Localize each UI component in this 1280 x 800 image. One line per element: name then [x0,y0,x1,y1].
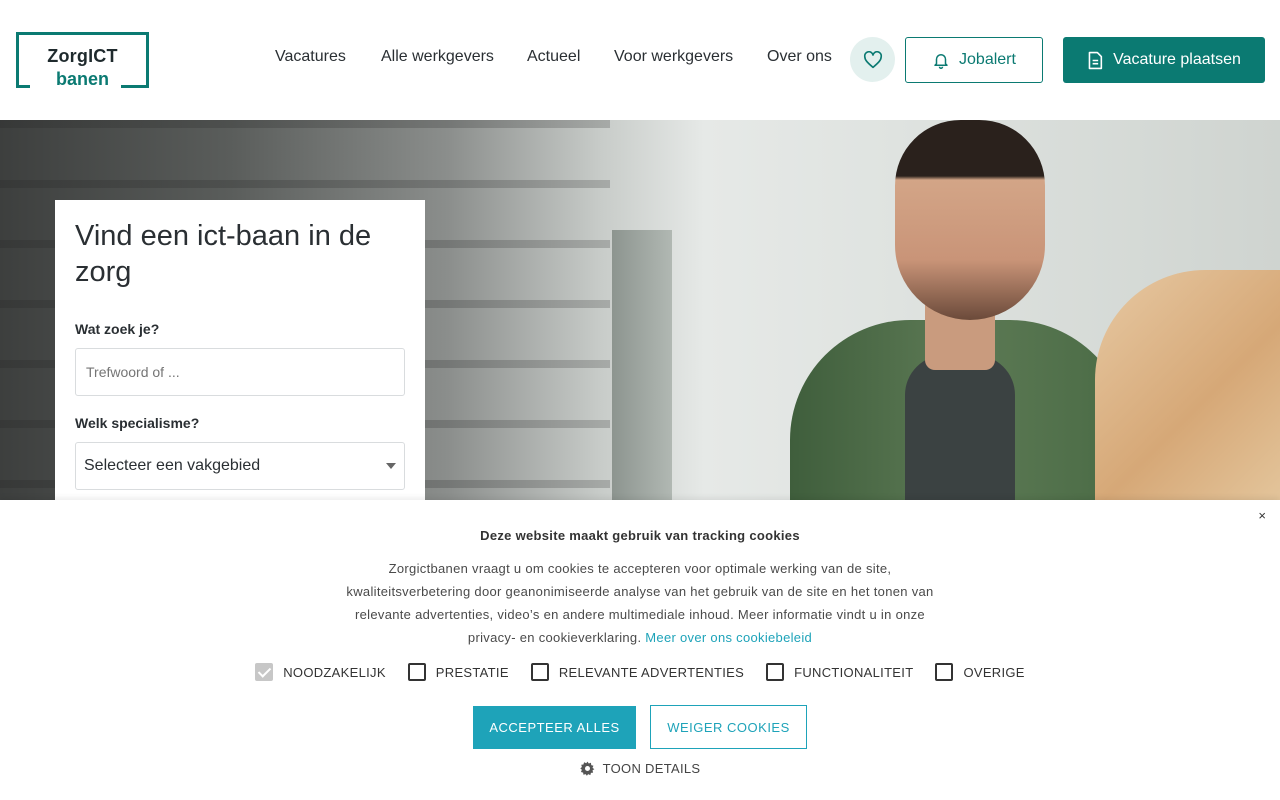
cookie-body: Zorgictbanen vraagt u om cookies te acce… [340,557,940,649]
show-details-button[interactable]: TOON DETAILS [0,761,1280,776]
cookie-option-label: FUNCTIONALITEIT [794,664,914,680]
hero-person-woman [1095,270,1280,500]
cookie-body-text: Zorgictbanen vraagt u om cookies te acce… [346,561,934,645]
favorites-button[interactable] [850,37,895,82]
caret-down-icon [386,463,396,469]
hero-background-cabinet [612,230,672,500]
logo-frame-top [16,32,149,35]
checkbox[interactable] [766,663,785,681]
jobalert-label: Jobalert [959,51,1016,68]
nav-item-voor-werkgevers[interactable]: Voor werkgevers [614,48,733,66]
logo-text-primary: ZorgICT [47,46,118,66]
cookie-option-relevante-advertenties[interactable]: RELEVANTE ADVERTENTIES [530,663,745,681]
cookie-option-overige[interactable]: OVERIGE [935,663,1024,681]
gear-icon [579,761,594,776]
show-details-label: TOON DETAILS [602,761,701,776]
nav-item-vacatures[interactable]: Vacatures [275,48,346,66]
specialism-label: Welk specialisme? [75,415,200,431]
cookie-option-label: PRESTATIE [435,664,509,680]
checkbox[interactable] [530,663,549,681]
close-icon[interactable]: × [1258,508,1266,523]
heart-icon [863,50,882,68]
search-title: Vind een ict-baan in de zorg [75,220,372,288]
post-vacancy-label: Vacature plaatsen [1113,51,1241,68]
cookie-banner: × Deze website maakt gebruik van trackin… [0,500,1280,800]
cookie-options: NOODZAKELIJK PRESTATIE RELEVANTE ADVERTE… [0,663,1280,681]
nav-item-actueel[interactable]: Actueel [527,48,580,66]
bell-icon [934,54,948,69]
logo-text-secondary: banen [55,69,109,89]
cookie-option-label: OVERIGE [963,664,1025,680]
what-label: Wat zoek je? [75,321,160,337]
cookie-title: Deze website maakt gebruik van tracking … [480,528,800,543]
site-header: ZorgICT banen Vacatures Alle werkgevers … [0,0,1280,120]
jobalert-button[interactable]: Jobalert [905,37,1043,83]
specialism-selected-value: Selecteer een vakgebied [84,457,261,474]
cookie-option-functionaliteit[interactable]: FUNCTIONALITEIT [766,663,913,681]
site-logo[interactable]: ZorgICT banen [16,32,149,88]
cookie-option-label: RELEVANTE ADVERTENTIES [558,664,745,680]
document-icon [1088,51,1103,69]
cookie-option-label: NOODZAKELIJK [283,664,386,680]
checkbox[interactable] [935,663,954,681]
checkbox[interactable] [407,663,426,681]
specialism-select[interactable]: Selecteer een vakgebied [75,442,405,490]
cookie-option-prestatie[interactable]: PRESTATIE [407,663,509,681]
accept-all-button[interactable]: ACCEPTEER ALLES [473,706,636,749]
cookie-option-noodzakelijk[interactable]: NOODZAKELIJK [255,663,386,681]
cookie-policy-link[interactable]: Meer over ons cookiebeleid [645,630,812,645]
hero-person-man-head [895,120,1045,320]
job-search-card: Vind een ict-baan in de zorg Wat zoek je… [55,200,425,500]
nav-item-over-ons[interactable]: Over ons [767,48,832,66]
nav-item-alle-werkgevers[interactable]: Alle werkgevers [381,48,494,66]
post-vacancy-button[interactable]: Vacature plaatsen [1063,37,1265,83]
keyword-input[interactable] [75,348,405,396]
hero-person-man-shirt [905,355,1015,500]
checkbox-checked[interactable] [255,663,274,681]
reject-cookies-button[interactable]: WEIGER COOKIES [650,705,807,749]
